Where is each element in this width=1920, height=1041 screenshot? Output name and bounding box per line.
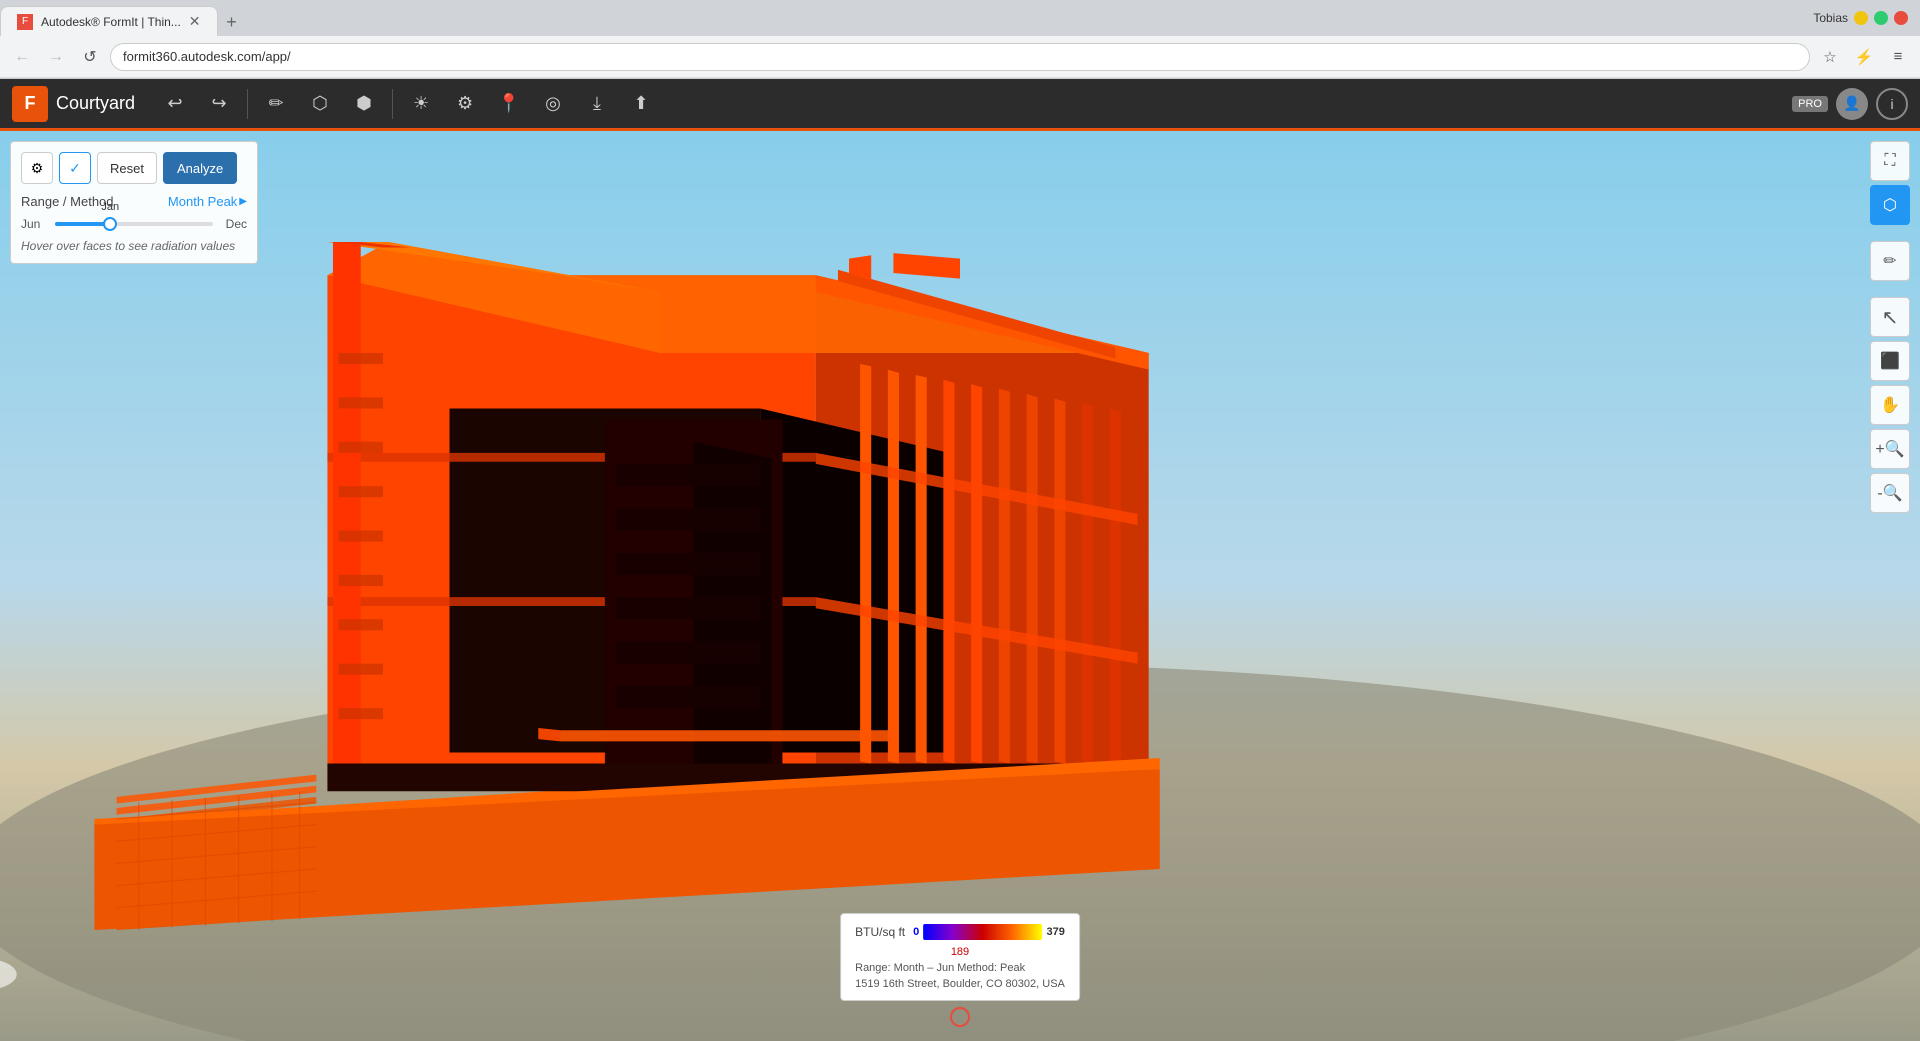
right-toolbar: ⛶ ⬡ ✏ ↖ ⬛ ✋ +🔍 -🔍 bbox=[1870, 141, 1910, 513]
slider-left-label: Jun bbox=[21, 217, 49, 231]
month-peak-label: Month Peak bbox=[168, 194, 237, 209]
undo-button[interactable]: ↩ bbox=[155, 84, 195, 124]
toolbar-separator bbox=[247, 89, 248, 119]
menu-icon[interactable]: ≡ bbox=[1884, 43, 1912, 71]
reset-button[interactable]: Reset bbox=[97, 152, 157, 184]
tab-favicon: F bbox=[17, 14, 33, 30]
window-maximize-button[interactable] bbox=[1874, 11, 1888, 25]
fullscreen-button[interactable]: ⛶ bbox=[1870, 141, 1910, 181]
settings-button[interactable]: ⚙ bbox=[445, 84, 485, 124]
pan-tool-button[interactable]: ✋ bbox=[1870, 385, 1910, 425]
zoom-in-button[interactable]: +🔍 bbox=[1870, 429, 1910, 469]
refresh-button[interactable]: ↺ bbox=[76, 43, 104, 71]
legend-value-max: 379 bbox=[1047, 926, 1065, 938]
back-button[interactable]: ← bbox=[8, 43, 36, 71]
hover-hint: Hover over faces to see radiation values bbox=[21, 239, 247, 253]
select-tool-button[interactable]: ↖ bbox=[1870, 297, 1910, 337]
tab-close-button[interactable]: ✕ bbox=[189, 13, 201, 30]
analysis-panel: ⚙ ✓ Reset Analyze Range / Method Month P… bbox=[10, 141, 258, 264]
user-label: Tobias bbox=[1813, 11, 1848, 25]
app-toolbar: ↩ ↪ ✏ ⬡ ⬢ ☀ ⚙ 📍 ◎ ⤓ ⬆ bbox=[155, 84, 1784, 124]
sketch-button[interactable]: ✏ bbox=[256, 84, 296, 124]
slider-fill bbox=[55, 222, 110, 226]
location-button[interactable]: 📍 bbox=[489, 84, 529, 124]
energy-button[interactable]: ◎ bbox=[533, 84, 573, 124]
user-avatar[interactable]: 👤 bbox=[1836, 88, 1868, 120]
form-button[interactable]: ⬢ bbox=[344, 84, 384, 124]
extensions-icon[interactable]: ⚡ bbox=[1850, 43, 1878, 71]
window-minimize-button[interactable] bbox=[1854, 11, 1868, 25]
zoom-out-button[interactable]: -🔍 bbox=[1870, 473, 1910, 513]
redo-button[interactable]: ↪ bbox=[199, 84, 239, 124]
sun-button[interactable]: ☀ bbox=[401, 84, 441, 124]
browser-tab[interactable]: F Autodesk® FormIt | Thin... ✕ bbox=[0, 6, 218, 36]
legend-location-desc: 1519 16th Street, Boulder, CO 80302, USA bbox=[855, 978, 1065, 990]
main-viewport: ⊙ ⚙ ✓ Reset Analyze Range / Method Month… bbox=[0, 131, 1920, 1041]
range-method-label: Range / Method bbox=[21, 194, 114, 209]
pro-badge: PRO bbox=[1792, 96, 1828, 112]
new-tab-button[interactable]: + bbox=[218, 8, 246, 36]
url-text: formit360.autodesk.com/app/ bbox=[123, 49, 291, 64]
legend-value-0: 0 bbox=[913, 926, 919, 938]
share-button[interactable]: ⬆ bbox=[621, 84, 661, 124]
download-button[interactable]: ⤓ bbox=[577, 84, 617, 124]
slider-thumb-label: Jan bbox=[101, 201, 119, 213]
legend-range-desc: Range: Month – Jun Method: Peak bbox=[855, 962, 1065, 974]
project-name: Courtyard bbox=[56, 93, 135, 114]
slider-thumb[interactable]: Jan bbox=[103, 217, 117, 231]
analyze-button[interactable]: Analyze bbox=[163, 152, 237, 184]
window-close-button[interactable] bbox=[1894, 11, 1908, 25]
building-visualization: ⊙ bbox=[0, 131, 1920, 1041]
forward-button[interactable]: → bbox=[42, 43, 70, 71]
arrow-icon: ▶ bbox=[239, 196, 247, 207]
month-peak-button[interactable]: Month Peak ▶ bbox=[168, 194, 247, 209]
orbit-tool-button[interactable]: ⬛ bbox=[1870, 341, 1910, 381]
slider-right-label: Dec bbox=[219, 217, 247, 231]
status-indicator bbox=[950, 1007, 970, 1027]
check-button[interactable]: ✓ bbox=[59, 152, 91, 184]
info-button[interactable]: i bbox=[1876, 88, 1908, 120]
month-slider-track[interactable]: Jan bbox=[55, 222, 213, 226]
legend-box: BTU/sq ft 0 379 189 Range: Month – Jun M… bbox=[840, 913, 1080, 1001]
legend-value-mid: 189 bbox=[951, 946, 969, 958]
address-bar[interactable]: formit360.autodesk.com/app/ bbox=[110, 43, 1810, 71]
draw-tool-button[interactable]: ✏ bbox=[1870, 241, 1910, 281]
3d-view-button[interactable]: ⬡ bbox=[1870, 185, 1910, 225]
bookmark-icon[interactable]: ☆ bbox=[1816, 43, 1844, 71]
legend-unit-label: BTU/sq ft bbox=[855, 925, 905, 939]
mesh-button[interactable]: ⬡ bbox=[300, 84, 340, 124]
autodesk-logo: F bbox=[12, 86, 48, 122]
toolbar-separator-2 bbox=[392, 89, 393, 119]
gear-button[interactable]: ⚙ bbox=[21, 152, 53, 184]
tab-title: Autodesk® FormIt | Thin... bbox=[41, 15, 181, 29]
legend-gradient bbox=[923, 924, 1042, 940]
